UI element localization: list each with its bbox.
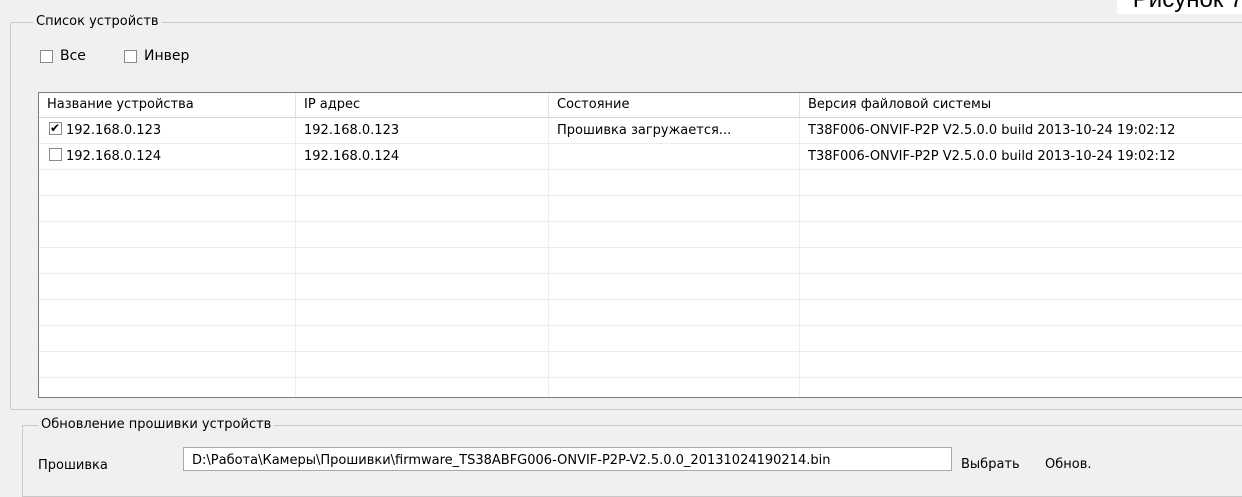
empty-cell — [39, 222, 296, 247]
device-name-cell[interactable]: 192.168.0.124 — [39, 144, 296, 169]
empty-table-row — [39, 326, 1242, 352]
empty-table-row — [39, 222, 1242, 248]
empty-cell — [549, 196, 800, 221]
device-name: 192.168.0.124 — [66, 149, 162, 164]
empty-cell — [800, 170, 1242, 195]
device-table-header: Название устройства IP адрес Состояние В… — [39, 93, 1242, 118]
empty-cell — [296, 378, 549, 397]
empty-cell — [39, 352, 296, 377]
empty-cell — [549, 170, 800, 195]
empty-cell — [800, 222, 1242, 247]
select-all-label: Все — [60, 48, 86, 64]
empty-cell — [549, 222, 800, 247]
table-row[interactable]: 192.168.0.123192.168.0.123Прошивка загру… — [39, 118, 1242, 144]
empty-cell — [39, 274, 296, 299]
fs-version-cell: T38F006-ONVIF-P2P V2.5.0.0 build 2013-10… — [808, 149, 1176, 164]
firmware-update-group-title: Обновление прошивки устройств — [38, 417, 275, 433]
empty-cell — [296, 222, 549, 247]
row-checkbox[interactable] — [49, 148, 62, 161]
empty-cell — [549, 274, 800, 299]
empty-table-row — [39, 170, 1242, 196]
empty-cell — [39, 170, 296, 195]
status-cell — [549, 144, 800, 169]
select-all-checkbox[interactable]: Все — [40, 48, 86, 64]
device-name: 192.168.0.123 — [66, 123, 162, 138]
empty-cell — [39, 248, 296, 273]
empty-table-row — [39, 378, 1242, 397]
ip-address-cell: 192.168.0.124 — [296, 144, 549, 169]
browse-button[interactable]: Выбрать — [954, 449, 1027, 478]
empty-cell — [296, 196, 549, 221]
table-row[interactable]: 192.168.0.124 192.168.0.124 T38F006-ONVIF-… — [39, 144, 1242, 170]
device-name-cell[interactable]: 192.168.0.123 — [39, 118, 296, 143]
empty-cell — [296, 170, 549, 195]
empty-cell — [39, 378, 296, 397]
empty-table-row — [39, 196, 1242, 222]
empty-cell — [800, 274, 1242, 299]
empty-cell — [549, 378, 800, 397]
empty-cell — [800, 248, 1242, 273]
empty-cell — [296, 274, 549, 299]
empty-table-row — [39, 274, 1242, 300]
empty-cell — [800, 196, 1242, 221]
column-header-fs-version[interactable]: Версия файловой системы — [800, 93, 1242, 117]
device-list-group-title: Список устройств — [33, 14, 162, 30]
column-header-status[interactable]: Состояние — [549, 93, 800, 117]
firmware-label: Прошивка — [38, 458, 108, 473]
row-checkbox[interactable] — [49, 120, 62, 136]
empty-cell — [296, 326, 549, 351]
column-header-ip-address[interactable]: IP адрес — [296, 93, 549, 117]
empty-cell — [800, 378, 1242, 397]
invert-selection-label: Инвер — [144, 48, 190, 64]
column-header-device-name[interactable]: Название устройства — [39, 93, 296, 117]
empty-cell — [549, 300, 800, 325]
empty-table-row — [39, 352, 1242, 378]
figure-caption: Рисунок 7. — [1116, 0, 1242, 14]
empty-cell — [549, 326, 800, 351]
select-all-box[interactable] — [40, 49, 53, 63]
empty-cell — [800, 326, 1242, 351]
device-table[interactable]: Название устройства IP адрес Состояние В… — [38, 92, 1242, 398]
empty-cell — [39, 196, 296, 221]
status-cell: Прошивка загружается... — [549, 118, 800, 143]
empty-cell — [800, 300, 1242, 325]
empty-cell — [549, 248, 800, 273]
invert-selection-box[interactable] — [124, 49, 137, 63]
update-button[interactable]: Обнов. — [1038, 449, 1099, 478]
empty-cell — [549, 352, 800, 377]
empty-cell — [39, 326, 296, 351]
empty-table-row — [39, 248, 1242, 274]
empty-cell — [800, 352, 1242, 377]
fs-version-cell: T38F006-ONVIF-P2P V2.5.0.0 build 2013-10… — [808, 123, 1176, 138]
invert-selection-checkbox[interactable]: Инвер — [124, 48, 189, 64]
device-table-body: 192.168.0.123192.168.0.123Прошивка загру… — [39, 118, 1242, 397]
empty-cell — [296, 352, 549, 377]
firmware-path-field[interactable]: D:\Работа\Камеры\Прошивки\firmware_TS38A… — [183, 447, 952, 471]
empty-cell — [296, 300, 549, 325]
empty-table-row — [39, 300, 1242, 326]
empty-cell — [296, 248, 549, 273]
ip-address-cell: 192.168.0.123 — [296, 118, 549, 143]
empty-cell — [39, 300, 296, 325]
